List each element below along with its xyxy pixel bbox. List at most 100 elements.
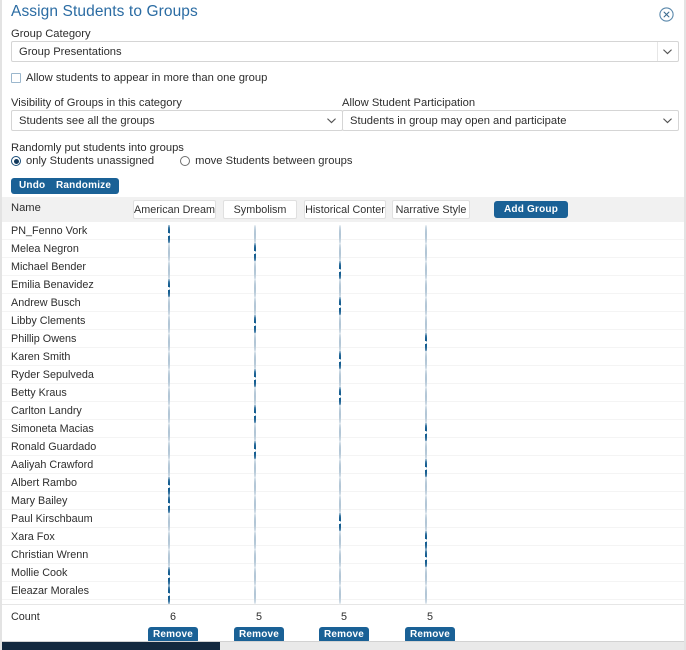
assignment-cell <box>167 585 179 604</box>
participation-label: Allow Student Participation <box>342 97 476 109</box>
scrollbar-thumb[interactable] <box>2 642 220 650</box>
remove-group-button-1[interactable]: Remove <box>234 627 284 641</box>
assignment-cell <box>253 279 265 298</box>
add-group-button[interactable]: Add Group <box>494 201 569 218</box>
undo-button[interactable]: Undo <box>11 178 54 194</box>
group-name-input-2[interactable]: Historical Conter <box>304 200 386 219</box>
assignment-cell <box>338 261 350 280</box>
assignment-cell <box>167 513 179 532</box>
table-row: Melea Negron <box>2 240 684 262</box>
group-radio-20-0[interactable] <box>167 585 170 604</box>
assignment-cell <box>338 333 350 352</box>
chevron-down-icon <box>327 111 336 130</box>
assignment-cell <box>167 477 179 496</box>
assignment-cell <box>253 585 265 604</box>
student-name: Simoneta Macias <box>11 423 94 435</box>
radio-indicator <box>180 156 191 166</box>
allow-multi-group-checkbox[interactable]: Allow students to appear in more than on… <box>11 72 267 84</box>
student-name: Xara Fox <box>11 531 55 543</box>
assignment-cell <box>253 477 265 496</box>
student-name: Libby Clements <box>11 315 86 327</box>
student-name: Carlton Landry <box>11 405 82 417</box>
group-radio-20-1[interactable] <box>253 585 256 604</box>
assignment-cell <box>253 567 265 586</box>
chevron-down-icon <box>663 42 672 61</box>
assignment-cell <box>253 513 265 532</box>
horizontal-scrollbar[interactable] <box>2 641 684 650</box>
column-header-name: Name <box>11 202 41 214</box>
group-name-value: Symbolism <box>233 203 287 216</box>
remove-group-button-2[interactable]: Remove <box>319 627 369 641</box>
assignment-cell <box>253 315 265 334</box>
assignment-cell <box>424 315 436 334</box>
assignment-cell <box>338 225 350 244</box>
assignment-cell <box>338 567 350 586</box>
group-count-2: 5 <box>340 611 347 623</box>
table-row: Mollie Cook <box>2 564 684 586</box>
remove-group-button-0[interactable]: Remove <box>148 627 198 641</box>
assignment-cell <box>424 441 436 460</box>
remove-group-button-3[interactable]: Remove <box>405 627 455 641</box>
assignment-cell <box>424 513 436 532</box>
table-row: Betty Kraus <box>2 384 684 406</box>
assignment-cell <box>167 459 179 478</box>
assignment-cell <box>167 225 179 244</box>
assignment-cell <box>424 261 436 280</box>
assignment-cell <box>424 567 436 586</box>
group-name-input-3[interactable]: Narrative Style <box>392 200 470 219</box>
radio-only-unassigned[interactable]: only Students unassigned <box>11 155 154 167</box>
visibility-select[interactable]: Students see all the groups <box>11 110 343 131</box>
assignment-cell <box>253 459 265 478</box>
assignment-cell <box>424 333 436 352</box>
assignment-cell <box>253 297 265 316</box>
randomize-button[interactable]: Randomize <box>48 178 120 194</box>
assignment-cell <box>338 423 350 442</box>
assignment-cell <box>338 441 350 460</box>
student-name: Aaliyah Crawford <box>11 459 94 471</box>
dialog-content-pane: Assign Students to Groups Group Category… <box>2 0 684 641</box>
assignment-cell <box>424 585 436 604</box>
radio-move-between[interactable]: move Students between groups <box>180 155 353 167</box>
assignment-cell <box>253 369 265 388</box>
group-count-1: 5 <box>255 611 262 623</box>
group-radio-20-2[interactable] <box>338 585 341 604</box>
checkbox-box <box>11 73 21 83</box>
assignment-cell <box>167 261 179 280</box>
group-name-input-1[interactable]: Symbolism <box>223 200 297 219</box>
assignment-cell <box>167 495 179 514</box>
group-name-input-0[interactable]: American Dream <box>133 200 216 219</box>
group-radio-20-3[interactable] <box>424 585 427 604</box>
assignment-cell <box>253 333 265 352</box>
assignment-cell <box>424 423 436 442</box>
student-name: Michael Bender <box>11 261 87 273</box>
assignment-cell <box>253 423 265 442</box>
close-icon[interactable] <box>659 7 674 22</box>
group-category-select[interactable]: Group Presentations <box>11 41 679 62</box>
visibility-label: Visibility of Groups in this category <box>11 97 182 109</box>
assignment-cell <box>424 459 436 478</box>
student-name: Andrew Busch <box>11 297 81 309</box>
group-name-value: Narrative Style <box>395 203 467 216</box>
table-row: Simoneta Macias <box>2 420 684 442</box>
assignment-cell <box>424 369 436 388</box>
radio-only-unassigned-label: only Students unassigned <box>26 155 155 167</box>
assignment-cell <box>338 585 350 604</box>
table-row: Xara Fox <box>2 528 684 550</box>
group-name-value: Historical Conter <box>305 203 385 216</box>
table-row: Phillip Owens <box>2 330 684 352</box>
assignment-cell <box>338 351 350 370</box>
assignment-cell <box>167 243 179 262</box>
table-row: Carlton Landry <box>2 402 684 424</box>
participation-select[interactable]: Students in group may open and participa… <box>342 110 679 131</box>
assignment-cell <box>253 549 265 568</box>
page-title: Assign Students to Groups <box>11 3 198 20</box>
assignment-cell <box>338 279 350 298</box>
assignment-cell <box>338 243 350 262</box>
assignment-cell <box>167 405 179 424</box>
table-row: PN_Fenno Vork <box>2 222 684 244</box>
select-divider <box>657 42 658 61</box>
assignment-cell <box>338 459 350 478</box>
student-rows: PN_Fenno Vork Melea Negron Michael Bender E… <box>2 222 684 604</box>
table-row: Emilia Benavidez <box>2 276 684 298</box>
student-name: Christian Wrenn <box>11 549 89 561</box>
